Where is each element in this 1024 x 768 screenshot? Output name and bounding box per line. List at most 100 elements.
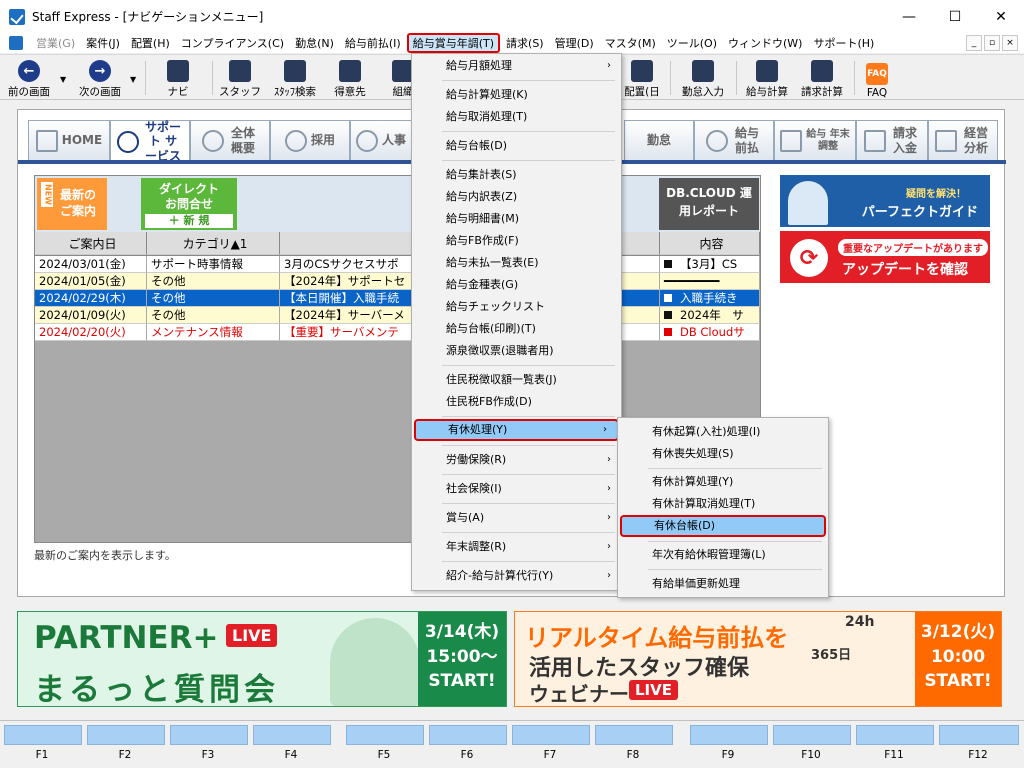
forward-button[interactable]: → 次の画面 [72,57,128,99]
menu-item-unpaid[interactable]: 給与未払一覧表(E) [412,252,621,274]
client-button[interactable]: 得意先 [330,57,370,99]
gear-icon [355,129,378,152]
menu-tools[interactable]: ツール(O) [662,34,722,52]
tab-home[interactable]: HOME [28,120,110,160]
menu-invoice[interactable]: 請求(S) [501,34,549,52]
f6-key[interactable] [429,725,507,745]
submenu-item-leave-start[interactable]: 有休起算(入社)処理(I) [618,421,828,443]
menu-item-payroll-ledger[interactable]: 給与台帳(D) [412,135,621,157]
table-row[interactable]: 2024/02/20(火) メンテナンス情報 【重要】サーバメンテ DB Clo… [35,324,760,341]
submenu-item-leave-register[interactable]: 年次有給休暇管理簿(L) [618,544,828,566]
faq-button[interactable]: FAQ FAQ [862,57,892,99]
menu-prepay[interactable]: 給与前払(I) [340,34,406,52]
submenu-item-leave-loss[interactable]: 有休喪失処理(S) [618,443,828,465]
menu-item-social-insurance[interactable]: 社会保険(I) › [412,478,621,500]
close-button[interactable]: ✕ [978,0,1024,33]
menu-management[interactable]: 管理(D) [550,34,599,52]
perfect-guide-banner[interactable]: 疑問を解決！ パーフェクトガイド [780,175,990,227]
menu-item-labor-insurance[interactable]: 労働保険(R) › [412,449,621,471]
tab-hiring[interactable]: 採用 [270,120,350,160]
menu-item-payroll-agency[interactable]: 紹介-給与計算代行(Y) › [412,565,621,587]
f2-key[interactable] [87,725,165,745]
direct-inquiry-button[interactable]: ダイレクト お問合せ ＋ 新 規 [141,178,237,230]
prepay-webinar-banner[interactable]: リアルタイム給与前払を 活用したスタッフ確保 ウェビナー LIVE 24h 36… [514,611,1002,707]
f12-key[interactable] [939,725,1019,745]
menu-item-fb[interactable]: 給与FB作成(F) [412,230,621,252]
submenu-item-leave-calc[interactable]: 有休計算処理(Y) [618,471,828,493]
app-menu-icon[interactable] [9,36,23,50]
menu-item-payroll-calc[interactable]: 給与計算処理(K) [412,84,621,106]
mdi-close-button[interactable]: × [1002,35,1018,51]
mdi-restore-button[interactable]: ▫ [984,35,1000,51]
back-dropdown-icon[interactable]: ▼ [60,75,68,84]
menu-item-bonus[interactable]: 賞与(A) › [412,507,621,529]
menu-item-summary[interactable]: 給与集計表(S) [412,164,621,186]
f11-key[interactable] [856,725,934,745]
refresh-icon: ⟳ [790,239,828,277]
menu-item-resident-tax[interactable]: 住民税徴収額一覧表(J) [412,369,621,391]
maximize-button[interactable]: ☐ [932,0,978,33]
column-category[interactable]: カテゴリ▲1 [147,232,280,255]
partner-live-banner[interactable]: PARTNER+ LIVE まるっと質問会 3/14(木) 15:00～ STA… [17,611,507,708]
menu-item-denomination[interactable]: 給与金種表(G) [412,274,621,296]
staff-button[interactable]: スタッフ [219,57,261,99]
navi-button[interactable]: ナビ [158,57,198,99]
submenu-item-unit-price[interactable]: 有給単価更新処理 [618,573,828,595]
menu-window[interactable]: ウィンドウ(W) [723,34,807,52]
tab-support[interactable]: サポート サービス [110,120,190,163]
kintai-input-button[interactable]: 勤怠入力 [678,57,728,99]
update-check-banner[interactable]: ⟳ 重要なアップデートがあります アップデートを確認 [780,231,990,283]
forward-dropdown-icon[interactable]: ▼ [130,75,138,84]
menu-item-payslip[interactable]: 給与明細書(M) [412,208,621,230]
f10-key[interactable] [773,725,851,745]
f3-key[interactable] [170,725,248,745]
menu-item-year-end[interactable]: 年末調整(R) › [412,536,621,558]
submenu-item-leave-cancel[interactable]: 有休計算取消処理(T) [618,493,828,515]
tab-kintai[interactable]: 勤怠 [624,120,694,160]
menu-item-paid-leave[interactable]: 有休処理(Y) › [414,419,619,441]
dbcloud-report-button[interactable]: DB.CLOUD 運用レポート [659,178,759,230]
f1-key[interactable] [4,725,82,745]
tab-hr[interactable]: 人事 [350,120,412,160]
menu-item-checklist[interactable]: 給与チェックリスト [412,296,621,318]
f7-key[interactable] [512,725,590,745]
tab-invoice[interactable]: 請求 入金 [856,120,928,160]
menu-item-breakdown[interactable]: 給与内訳表(Z) [412,186,621,208]
table-row[interactable]: 2024/01/09(火) その他 【2024年】サーバーメ 2024年 サ [35,307,760,324]
menu-placement[interactable]: 配置(H) [126,34,175,52]
menu-support[interactable]: サポート(H) [808,34,879,52]
f8-key[interactable] [595,725,673,745]
menu-item-resident-fb[interactable]: 住民税FB作成(D) [412,391,621,413]
menu-item-ledger-print[interactable]: 給与台帳(印刷)(T) [412,318,621,340]
menu-item-payroll-cancel[interactable]: 給与取消処理(T) [412,106,621,128]
haichi-button[interactable]: 配置(日 [622,57,662,99]
menu-master[interactable]: マスタ(M) [600,34,661,52]
table-row[interactable]: 2024/02/29(木) その他 【本日開催】入職手続 入職手続き [35,290,760,307]
payroll-calc-button[interactable]: 給与計算 [742,57,792,99]
title-bar: Staff Express - [ナビゲーションメニュー] — ☐ ✕ [0,0,1024,33]
tab-nenmatsu[interactable]: 給与 年末調整 [774,120,856,160]
minimize-button[interactable]: — [886,0,932,33]
f4-key[interactable] [253,725,331,745]
tab-overview[interactable]: 全体 概要 [190,120,270,160]
staff-search-button[interactable]: ｽﾀｯﾌ検索 [268,57,322,99]
menu-attendance[interactable]: 勤怠(N) [290,34,339,52]
table-row[interactable]: 2024/01/05(金) その他 【2024年】サポートセ ━━━━━━━━ [35,273,760,290]
menu-compliance[interactable]: コンプライアンス(C) [176,34,289,52]
submenu-item-leave-ledger[interactable]: 有休台帳(D) [620,515,826,537]
f9-key[interactable] [690,725,768,745]
column-content[interactable]: 内容 [660,232,760,255]
tab-prepay[interactable]: 給与 前払 [694,120,774,160]
back-button[interactable]: ← 前の画面 [4,57,54,99]
newest-button[interactable]: NEW 最新の ご案内 [37,178,107,230]
column-date[interactable]: ご案内日 [35,232,147,255]
table-row[interactable]: 2024/03/01(金) サポート時事情報 3月のCSサクセスサポ 【3月】C… [35,256,760,273]
menu-item-withholding[interactable]: 源泉徴収票(退職者用) [412,340,621,362]
menu-projects[interactable]: 案件(J) [81,34,125,52]
mdi-minimize-button[interactable]: _ [966,35,982,51]
menu-item-monthly[interactable]: 給与月額処理 › [412,55,621,77]
tab-analysis[interactable]: 経営 分析 [928,120,998,160]
menu-payroll[interactable]: 給与賞与年調(T) [406,33,501,53]
invoice-calc-button[interactable]: 請求計算 [796,57,848,99]
f5-key[interactable] [346,725,424,745]
